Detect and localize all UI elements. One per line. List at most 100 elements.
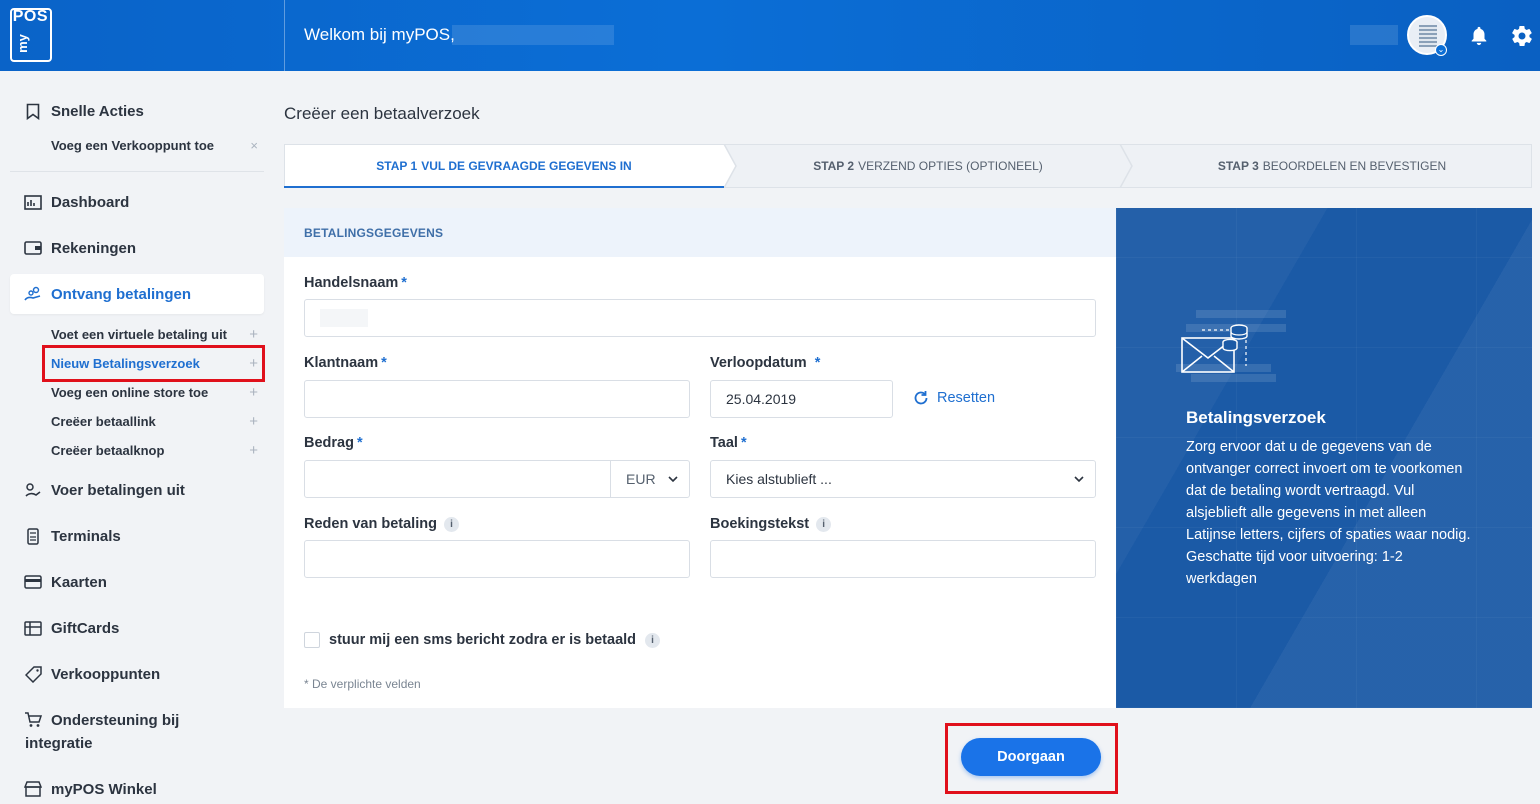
tab-step-1[interactable]: STAP 1 VUL DE GEVRAAGDE GEGEVENS IN (284, 144, 724, 188)
plus-icon: + (249, 384, 258, 401)
klantnaam-label-text: Klantnaam (304, 355, 379, 371)
section-title: BETALINGSGEGEVENS (284, 208, 1116, 257)
bookmark-icon (24, 102, 42, 120)
welcome-text: Welkom bij myPOS, (304, 25, 455, 44)
sidebar-item-label: GiftCards (51, 619, 120, 637)
boekingstekst-label-text: Boekingstekst (710, 516, 810, 532)
boekingstekst-input[interactable] (710, 540, 1096, 578)
required-mark: * (381, 355, 387, 371)
taal-label-text: Taal (710, 435, 738, 451)
taal-placeholder: Kies alstublieft ... (726, 471, 832, 487)
required-fields-note: * De verplichte velden (304, 677, 421, 691)
receive-payment-icon (24, 285, 42, 303)
subitem-label: Voeg een online store toe (51, 385, 209, 400)
chevron-down-icon (668, 476, 678, 483)
bell-icon[interactable] (1468, 24, 1490, 48)
gear-icon[interactable] (1510, 24, 1534, 48)
promo-text: Zorg ervoor dat u de gegevens van de ont… (1186, 439, 1471, 587)
sidebar-item-label: Dashboard (51, 193, 130, 211)
sidebar-item-label: Verkooppunten (51, 665, 161, 683)
sidebar-subitem-payment-link[interactable]: Creëer betaallink + (51, 413, 264, 430)
mypos-logo[interactable]: POS my (10, 8, 52, 62)
sidebar-subitem-virtual-payment[interactable]: Voet een virtuele betaling uit + (51, 326, 264, 343)
info-icon[interactable]: i (443, 516, 459, 532)
required-mark: * (356, 435, 363, 451)
sidebar: Snelle Acties Voeg een Verkooppunt toe ×… (0, 71, 275, 804)
verloopdatum-label-text: Verloopdatum (710, 355, 807, 371)
sidebar-divider (10, 171, 264, 172)
chevron-down-icon (1074, 476, 1084, 483)
verloopdatum-input[interactable]: 25.04.2019 (710, 380, 893, 418)
subitem-label: Creëer betaallink (51, 414, 156, 429)
sidebar-item-ontvang-betalingen[interactable]: Ontvang betalingen (10, 274, 264, 314)
reset-label: Resetten (937, 390, 996, 406)
chevron-down-icon: ⌄ (1435, 44, 1447, 56)
sms-checkbox[interactable] (304, 632, 320, 648)
sidebar-item-label: myPOS Winkel (51, 780, 157, 798)
sidebar-item-quick-actions[interactable]: Snelle Acties (10, 91, 264, 131)
top-bar: POS my Welkom bij myPOS, ⌄ (0, 0, 1540, 71)
send-payment-icon (24, 481, 42, 499)
handelsnaam-label-text: Handelsnaam (304, 275, 399, 291)
step-2-label: VERZEND OPTIES (OPTIONEEL) (858, 159, 1043, 173)
sidebar-subitem-payment-button[interactable]: Creëer betaalknop + (51, 442, 264, 459)
subitem-label: Voet een virtuele betaling uit (51, 327, 228, 342)
giftcard-icon (24, 619, 42, 637)
info-icon[interactable]: i (645, 632, 661, 648)
sidebar-item-ondersteuning-cont[interactable]: integratie (10, 723, 264, 763)
klantnaam-label: Klantnaam * (304, 355, 387, 371)
highlight-box-new-payment-request (42, 345, 265, 382)
close-icon[interactable]: × (250, 138, 258, 153)
sidebar-item-giftcards[interactable]: GiftCards (10, 608, 264, 648)
reset-button[interactable]: Resetten (913, 390, 995, 406)
terminal-icon (24, 527, 42, 545)
sidebar-item-label: Ontvang betalingen (51, 285, 192, 303)
sidebar-item-dashboard[interactable]: Dashboard (10, 182, 264, 222)
tab-step-3[interactable]: STAP 3 BEOORDELEN EN BEVESTIGEN (1132, 144, 1532, 188)
card-icon (24, 573, 42, 591)
logo-my-text: my (14, 34, 30, 53)
step-2-number: STAP 2 (813, 159, 855, 173)
sidebar-quick-add-pos[interactable]: Voeg een Verkooppunt toe × (51, 138, 264, 153)
sidebar-item-verkooppunten[interactable]: Verkooppunten (10, 654, 264, 694)
klantnaam-input[interactable] (304, 380, 690, 418)
sidebar-item-label: Voer betalingen uit (51, 481, 185, 499)
sidebar-item-mypos-winkel[interactable]: myPOS Winkel (10, 769, 264, 804)
envelope-coins-icon (1176, 310, 1286, 382)
sidebar-item-label: Terminals (51, 527, 121, 545)
bedrag-label: Bedrag * (304, 435, 363, 451)
page-title: Creëer een betaalverzoek (284, 104, 480, 123)
info-icon[interactable]: i (816, 516, 832, 532)
step-1-label: VUL DE GEVRAAGDE GEGEVENS IN (421, 159, 632, 173)
currency-value: EUR (626, 471, 656, 487)
sidebar-item-terminals[interactable]: Terminals (10, 516, 264, 556)
sidebar-subitem-online-store[interactable]: Voeg een online store toe + (51, 384, 264, 401)
store-icon (24, 780, 42, 798)
sidebar-item-label: integratie (25, 734, 93, 752)
taal-select[interactable]: Kies alstublieft ... (710, 460, 1096, 498)
plus-icon: + (249, 326, 258, 343)
refresh-icon (914, 391, 928, 405)
plus-icon: + (249, 442, 258, 459)
tab-step-2[interactable]: STAP 2 VERZEND OPTIES (OPTIONEEL) (736, 144, 1120, 188)
verloopdatum-value: 25.04.2019 (726, 391, 797, 407)
sidebar-item-voer-betalingen-uit[interactable]: Voer betalingen uit (10, 470, 264, 510)
boekingstekst-label: Boekingstekst i (710, 516, 832, 532)
sms-checkbox-label[interactable]: stuur mij een sms bericht zodra er is be… (329, 632, 661, 648)
reden-label: Reden van betaling i (304, 516, 459, 532)
step-progress: STAP 1 VUL DE GEVRAAGDE GEGEVENS IN STAP… (284, 144, 1532, 188)
quick-sub-label: Voeg een Verkooppunt toe (51, 138, 215, 153)
handelsnaam-input[interactable] (304, 299, 1096, 337)
sidebar-item-rekeningen[interactable]: Rekeningen (10, 228, 264, 268)
currency-select[interactable]: EUR (611, 461, 689, 497)
promo-panel: Betalingsverzoek Zorg ervoor dat u de ge… (1116, 208, 1532, 708)
required-mark: * (401, 275, 407, 291)
reden-input[interactable] (304, 540, 690, 578)
sidebar-item-kaarten[interactable]: Kaarten (10, 562, 264, 602)
company-avatar-icon[interactable]: ⌄ (1407, 15, 1447, 56)
reden-label-text: Reden van betaling (304, 516, 437, 532)
wallet-icon (24, 239, 42, 257)
handelsnaam-label: Handelsnaam * (304, 275, 407, 291)
bedrag-label-text: Bedrag (304, 435, 354, 451)
required-mark: * (740, 435, 747, 451)
